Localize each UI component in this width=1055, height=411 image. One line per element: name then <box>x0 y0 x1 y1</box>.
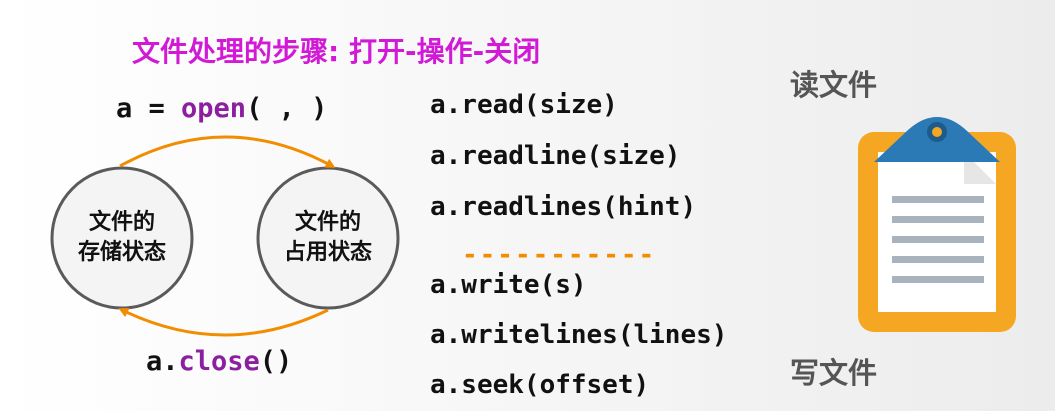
read-write-divider: ----------- <box>462 240 657 270</box>
close-obj: a. <box>146 346 179 377</box>
writelines-method: a.writelines(lines) <box>430 320 728 350</box>
close-call: a.close() <box>146 346 292 377</box>
storage-state-line1: 文件的 <box>88 210 155 235</box>
occupied-state-line2: 占用状态 <box>283 240 372 265</box>
write-file-label: 写文件 <box>790 356 878 390</box>
readline-method: a.readline(size) <box>430 141 681 171</box>
close-arrow <box>118 308 329 337</box>
seek-method: a.seek(offset) <box>430 370 650 400</box>
write-method: a.write(s) <box>430 270 587 300</box>
readlines-method: a.readlines(hint) <box>430 192 697 222</box>
clipboard-icon <box>858 117 1016 332</box>
open-arrow <box>119 135 336 168</box>
read-file-label: 读文件 <box>790 68 878 102</box>
storage-state-line2: 存储状态 <box>77 240 166 265</box>
storage-state-label: 文件的 存储状态 <box>52 208 192 268</box>
read-method: a.read(size) <box>430 90 618 120</box>
close-func: close <box>178 346 260 377</box>
occupied-state-line1: 文件的 <box>294 210 361 235</box>
occupied-state-label: 文件的 占用状态 <box>258 208 398 268</box>
close-args: () <box>259 346 293 377</box>
